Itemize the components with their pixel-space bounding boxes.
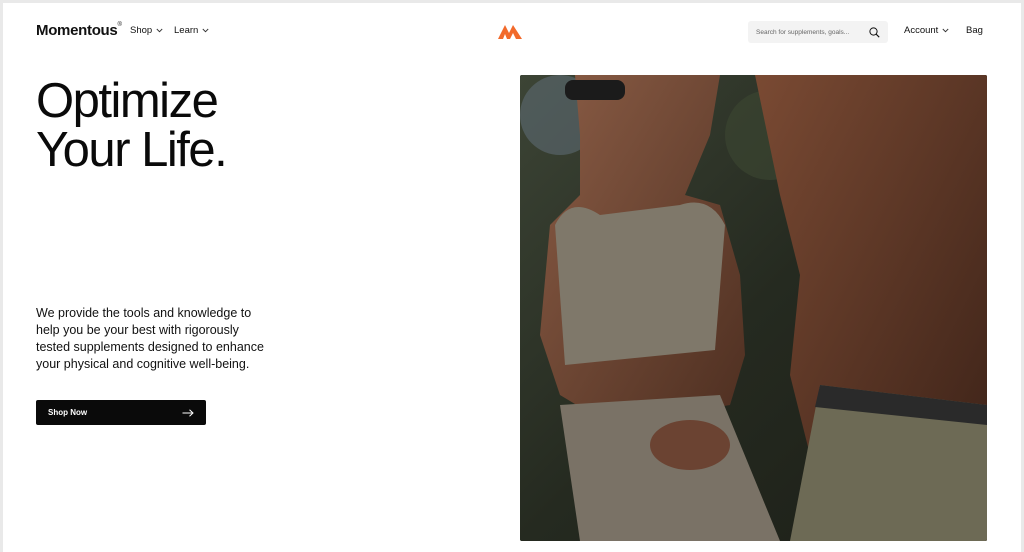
momentous-logo[interactable]: Momentous® [36,22,122,39]
nav-learn-label: Learn [174,25,199,36]
logo-registered-mark: ® [117,22,122,28]
bag-label: Bag [966,25,983,36]
hero-headline: Optimize Your Life. [36,74,228,177]
nav-shop-label: Shop [130,25,153,36]
nav-learn[interactable]: Learn [174,25,209,36]
shop-now-label: Shop Now [48,408,88,417]
hero-photo-runners [520,75,987,541]
momentous-m-icon[interactable] [498,23,522,39]
chevron-down-icon [942,28,949,33]
hero-description: We provide the tools and knowledge to he… [36,306,264,371]
bag-link[interactable]: Bag [966,25,983,36]
chevron-down-icon [156,28,163,33]
shop-now-button[interactable]: Shop Now [36,400,206,425]
chevron-down-icon [202,28,209,33]
site-header: Momentous® Shop Learn Account Bag [3,3,1021,63]
logo-text: Momentous [36,22,118,39]
search-box[interactable] [748,21,888,43]
search-input[interactable] [756,28,861,36]
headline-line-1: Optimize [36,74,219,128]
page: Momentous® Shop Learn Account Bag [3,3,1021,552]
search-icon[interactable] [869,26,880,38]
arrow-right-icon [182,408,194,417]
nav-shop[interactable]: Shop [130,25,163,36]
account-menu[interactable]: Account [904,25,949,36]
account-label: Account [904,25,939,36]
headline-line-2: Your Life. [36,123,228,177]
